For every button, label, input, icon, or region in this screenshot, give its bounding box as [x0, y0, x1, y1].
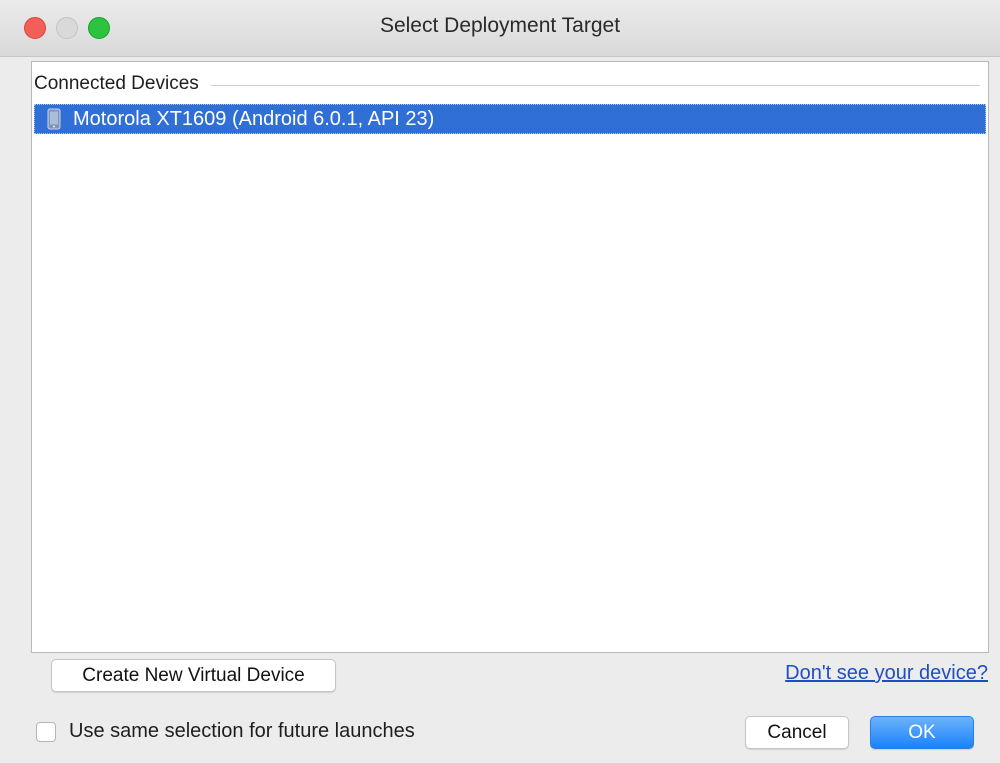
create-virtual-device-button[interactable]: Create New Virtual Device [51, 659, 336, 692]
dont-see-device-link[interactable]: Don't see your device? [785, 662, 988, 685]
device-row-selected[interactable]: Motorola XT1609 (Android 6.0.1, API 23) [34, 104, 986, 134]
deployment-dialog: Select Deployment Target Connected Devic… [0, 0, 1000, 763]
ok-button[interactable]: OK [870, 716, 974, 749]
cancel-button[interactable]: Cancel [745, 716, 849, 749]
device-list-panel: Connected Devices Motorola XT1609 (Andro… [31, 61, 989, 653]
window-title: Select Deployment Target [379, 14, 621, 37]
future-launches-checkbox[interactable] [36, 721, 56, 742]
device-label: Motorola XT1609 (Android 6.0.1, API 23) [73, 107, 435, 130]
title-bar: Select Deployment Target [0, 0, 1000, 57]
section-header: Connected Devices [34, 72, 980, 96]
future-launches-option[interactable]: Use same selection for future launches [36, 720, 415, 743]
section-label-connected-devices: Connected Devices [34, 73, 199, 94]
section-divider [210, 84, 980, 86]
phone-icon [41, 106, 67, 132]
future-launches-label[interactable]: Use same selection for future launches [69, 720, 415, 743]
